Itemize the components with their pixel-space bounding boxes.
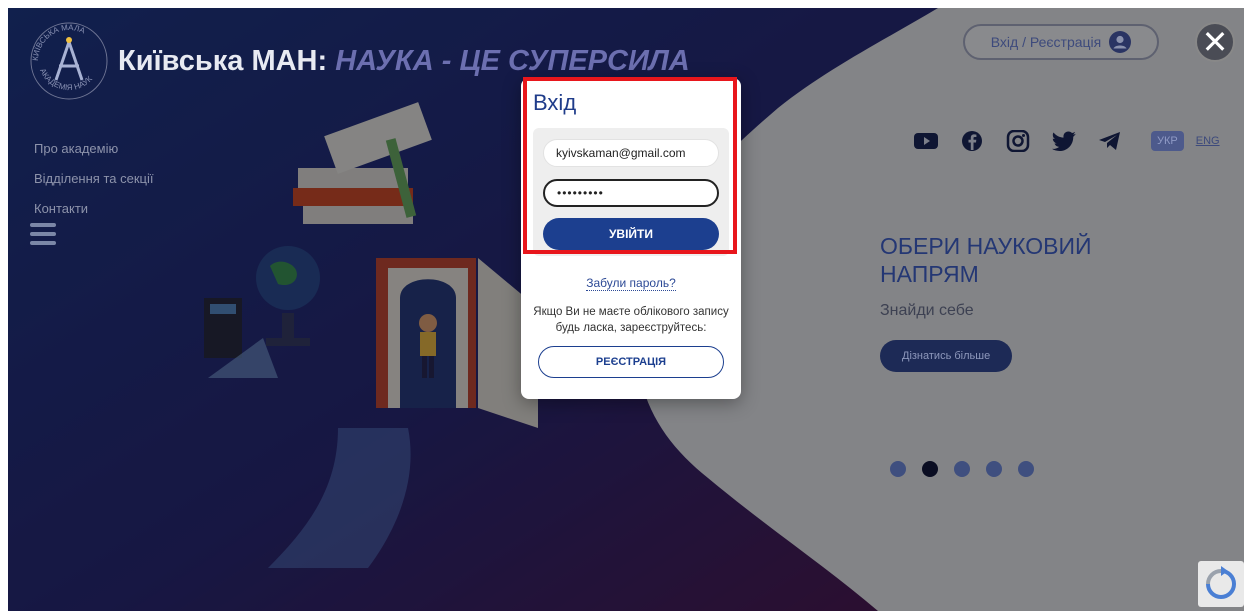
- lang-eng-link[interactable]: ENG: [1196, 135, 1220, 147]
- site-title: Київська МАН: НАУКА - ЦЕ СУПЕРСИЛА: [118, 45, 690, 78]
- slider-dot[interactable]: [954, 461, 970, 477]
- social-links: УКР ENG: [913, 130, 1220, 152]
- facebook-icon[interactable]: [959, 130, 985, 152]
- login-form: УВІЙТИ: [533, 128, 729, 256]
- login-register-label: Вхід / Реєстрація: [990, 34, 1102, 50]
- site-tagline: НАУКА - ЦЕ СУПЕРСИЛА: [335, 44, 690, 77]
- instagram-icon[interactable]: [1005, 130, 1031, 152]
- hamburger-menu-icon[interactable]: [30, 223, 56, 250]
- academy-logo: КИЇВСЬКА МАЛА АКАДЕМІЯ НАУК: [30, 22, 108, 100]
- slider-dot[interactable]: [890, 461, 906, 477]
- modal-title: Вхід: [533, 90, 577, 115]
- user-account-icon: [1109, 31, 1132, 53]
- main-nav: Про академію Відділення та секції Контак…: [34, 134, 153, 224]
- slider-dot[interactable]: [1018, 461, 1034, 477]
- twitter-icon[interactable]: [1051, 130, 1077, 152]
- hero-subtitle: Знайди себе: [880, 302, 974, 319]
- youtube-icon[interactable]: [913, 130, 939, 152]
- nav-item-about[interactable]: Про академію: [34, 134, 153, 164]
- login-submit-button[interactable]: УВІЙТИ: [543, 218, 719, 250]
- email-field[interactable]: [543, 139, 719, 167]
- close-modal-button[interactable]: ✕: [1195, 22, 1235, 62]
- forgot-password-link[interactable]: Забули пароль?: [521, 276, 741, 291]
- svg-text:АКАДЕМІЯ НАУК: АКАДЕМІЯ НАУК: [38, 67, 94, 92]
- password-field[interactable]: [543, 179, 719, 207]
- slider-dot[interactable]: [986, 461, 1002, 477]
- svg-text:КИЇВСЬКА МАЛА: КИЇВСЬКА МАЛА: [31, 23, 87, 61]
- learn-more-button[interactable]: Дізнатись більше: [880, 340, 1013, 372]
- close-icon: ✕: [1201, 24, 1229, 60]
- forgot-password-label: Забули пароль?: [586, 276, 676, 291]
- recaptcha-icon: [1206, 566, 1236, 599]
- slider-dots: [890, 461, 1050, 477]
- register-note: Якщо Ви не маєте облікового запису будь …: [533, 306, 729, 334]
- register-button[interactable]: РЕЄСТРАЦІЯ: [538, 346, 724, 378]
- hero-slide: ОБЕРИ НАУКОВИЙ НАПРЯМ Знайди себе Дізнат…: [880, 232, 1140, 372]
- site-title-name: Київська МАН:: [118, 44, 328, 77]
- login-register-button[interactable]: Вхід / Реєстрація: [963, 24, 1159, 60]
- nav-item-contacts[interactable]: Контакти: [34, 194, 153, 224]
- hero-title: ОБЕРИ НАУКОВИЙ НАПРЯМ: [880, 233, 1092, 287]
- slider-dot-active[interactable]: [922, 461, 938, 477]
- lang-ukr-button[interactable]: УКР: [1151, 131, 1184, 151]
- nav-item-departments[interactable]: Відділення та секції: [34, 164, 153, 194]
- telegram-icon[interactable]: [1097, 130, 1123, 152]
- login-modal: Вхід УВІЙТИ Забули пароль? Якщо Ви не ма…: [521, 78, 741, 399]
- recaptcha-badge[interactable]: [1198, 561, 1244, 607]
